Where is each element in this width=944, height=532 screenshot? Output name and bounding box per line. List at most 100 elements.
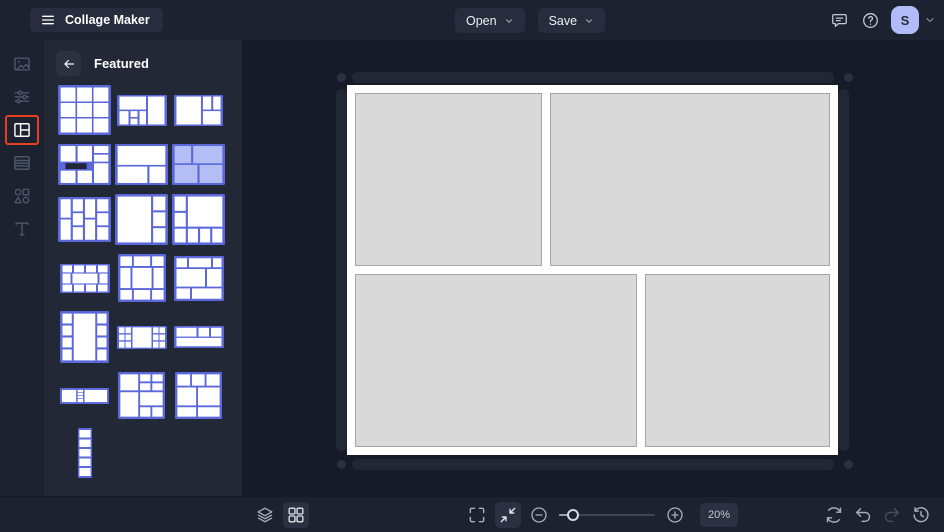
layout-thumbnail-vertical-strip[interactable] bbox=[77, 428, 92, 478]
thumbnail-row bbox=[56, 144, 242, 185]
save-button[interactable]: Save bbox=[537, 8, 606, 33]
chevron-down-icon bbox=[505, 18, 512, 23]
collage-maker-app: Collage Maker Open Save S Featured 20% bbox=[0, 0, 944, 532]
thumbnail-row bbox=[56, 194, 242, 245]
open-button[interactable]: Open bbox=[455, 8, 525, 33]
image-icon bbox=[14, 57, 30, 71]
rail-item-edit[interactable] bbox=[5, 82, 39, 112]
collage-icon bbox=[14, 123, 30, 137]
save-button-label: Save bbox=[548, 13, 578, 28]
zoom-in-button[interactable] bbox=[662, 502, 688, 528]
main-menu-button[interactable]: Collage Maker bbox=[30, 8, 163, 32]
layout-thumbnail-mosaic-right-column[interactable] bbox=[116, 94, 167, 126]
layout-thumbnail-left-feature-right-strip[interactable] bbox=[115, 194, 168, 245]
grid-view-icon bbox=[288, 506, 304, 522]
chat-icon bbox=[831, 13, 847, 27]
thumbnail-row bbox=[56, 311, 242, 363]
layout-thumbnail-mosaic-center[interactable] bbox=[173, 255, 224, 301]
undo-button[interactable] bbox=[850, 502, 876, 528]
rail-item-collage-layouts[interactable] bbox=[5, 115, 39, 145]
file-actions: Open Save bbox=[455, 8, 606, 33]
toolbar-zoom-group: 20% bbox=[464, 501, 738, 528]
arrow-left-icon bbox=[63, 59, 74, 68]
canvas-scrollbar-right[interactable] bbox=[838, 89, 849, 451]
graphics-icon bbox=[14, 188, 30, 204]
reset-button[interactable] bbox=[821, 502, 847, 528]
collage-row bbox=[355, 274, 830, 447]
layout-thumbnail-border-ring-wide[interactable] bbox=[59, 263, 110, 293]
open-button-label: Open bbox=[466, 13, 497, 28]
layers-icon bbox=[257, 507, 273, 522]
layout-thumbnail-mosaic-mixed[interactable] bbox=[58, 144, 111, 185]
avatar[interactable]: S bbox=[891, 6, 919, 34]
layout-thumbnail-left-feature[interactable] bbox=[174, 94, 223, 126]
account-actions: S bbox=[825, 0, 938, 40]
help-button[interactable] bbox=[856, 6, 884, 34]
app-title: Collage Maker bbox=[65, 13, 150, 27]
canvas-scrollbar-top[interactable] bbox=[352, 72, 834, 83]
rail-item-text[interactable] bbox=[5, 214, 39, 244]
canvas-area bbox=[242, 40, 944, 496]
history-icon bbox=[913, 506, 929, 522]
layout-thumbnail-mosaic-square-2[interactable] bbox=[175, 372, 222, 419]
reset-icon bbox=[826, 506, 842, 523]
layout-thumbnail-four-cell-offset[interactable] bbox=[172, 144, 225, 185]
canvas-corner-dot bbox=[337, 73, 346, 82]
hamburger-icon-slot bbox=[40, 12, 56, 28]
layout-thumbnail-grid-3x3[interactable] bbox=[58, 85, 111, 135]
layout-thumbnail-filmstrip-thin[interactable] bbox=[60, 387, 109, 404]
thumbnail-row bbox=[56, 428, 242, 478]
canvas-corner-dot bbox=[844, 73, 853, 82]
layout-thumbnail-two-row-mixed[interactable] bbox=[173, 326, 224, 348]
thumbnail-row bbox=[56, 372, 242, 419]
thumbnail-row bbox=[56, 254, 242, 302]
layout-thumbnail-top-right-feature[interactable] bbox=[172, 194, 225, 245]
thumbnail-row bbox=[56, 85, 242, 135]
collage-cell-r2c1[interactable] bbox=[355, 274, 638, 447]
zoom-slider[interactable] bbox=[559, 502, 655, 528]
chevron-down-icon-slot bbox=[584, 16, 594, 26]
fit-to-screen-button[interactable] bbox=[495, 501, 521, 528]
zoom-out-button[interactable] bbox=[526, 502, 552, 528]
collage-cell-r2c2[interactable] bbox=[645, 274, 830, 447]
hamburger-icon bbox=[42, 15, 54, 25]
layout-thumbnail-vertical-feature[interactable] bbox=[60, 311, 109, 363]
undo-icon bbox=[856, 507, 871, 522]
layout-thumbnails bbox=[44, 76, 242, 487]
collage-sheet bbox=[347, 85, 838, 455]
zoom-slider-knob[interactable] bbox=[566, 508, 579, 521]
canvas-corner-dot bbox=[337, 460, 346, 469]
layout-thumbnail-dense-grid[interactable] bbox=[58, 197, 111, 242]
feedback-button[interactable] bbox=[825, 6, 853, 34]
back-button[interactable] bbox=[56, 51, 81, 76]
grid-view-button[interactable] bbox=[283, 501, 309, 528]
redo-button bbox=[879, 502, 905, 528]
top-bar: Collage Maker Open Save S bbox=[0, 0, 944, 40]
canvas-scrollbar-left[interactable] bbox=[336, 89, 347, 451]
workspace: Featured bbox=[0, 40, 944, 496]
chevron-down-icon-slot bbox=[504, 16, 514, 26]
template-icon bbox=[14, 156, 30, 170]
collage-cell-r1c1[interactable] bbox=[355, 93, 543, 266]
collage-row bbox=[355, 93, 830, 266]
help-icon bbox=[862, 12, 878, 28]
layouts-panel: Featured bbox=[44, 40, 242, 496]
rail-item-image[interactable] bbox=[5, 49, 39, 79]
account-menu-button[interactable] bbox=[922, 6, 938, 34]
canvas-corner-dot bbox=[844, 460, 853, 469]
fullscreen-button[interactable] bbox=[464, 502, 490, 528]
canvas-scrollbar-bottom[interactable] bbox=[352, 459, 834, 470]
panel-header: Featured bbox=[44, 40, 242, 76]
history-button[interactable] bbox=[908, 502, 934, 528]
layers-button[interactable] bbox=[252, 502, 278, 528]
chevron-down-icon bbox=[586, 18, 593, 23]
rail-item-graphics[interactable] bbox=[5, 181, 39, 211]
collage-cell-r1c2[interactable] bbox=[550, 93, 830, 266]
layout-thumbnail-center-frame[interactable] bbox=[117, 254, 166, 302]
layout-thumbnail-mosaic-square[interactable] bbox=[118, 372, 165, 419]
rail-item-templates[interactable] bbox=[5, 148, 39, 178]
bottom-toolbar: 20% bbox=[0, 496, 944, 532]
tool-rail bbox=[0, 40, 44, 496]
layout-thumbnail-filmstrip-wide[interactable] bbox=[116, 325, 167, 349]
layout-thumbnail-one-top-two-bottom[interactable] bbox=[115, 144, 168, 185]
